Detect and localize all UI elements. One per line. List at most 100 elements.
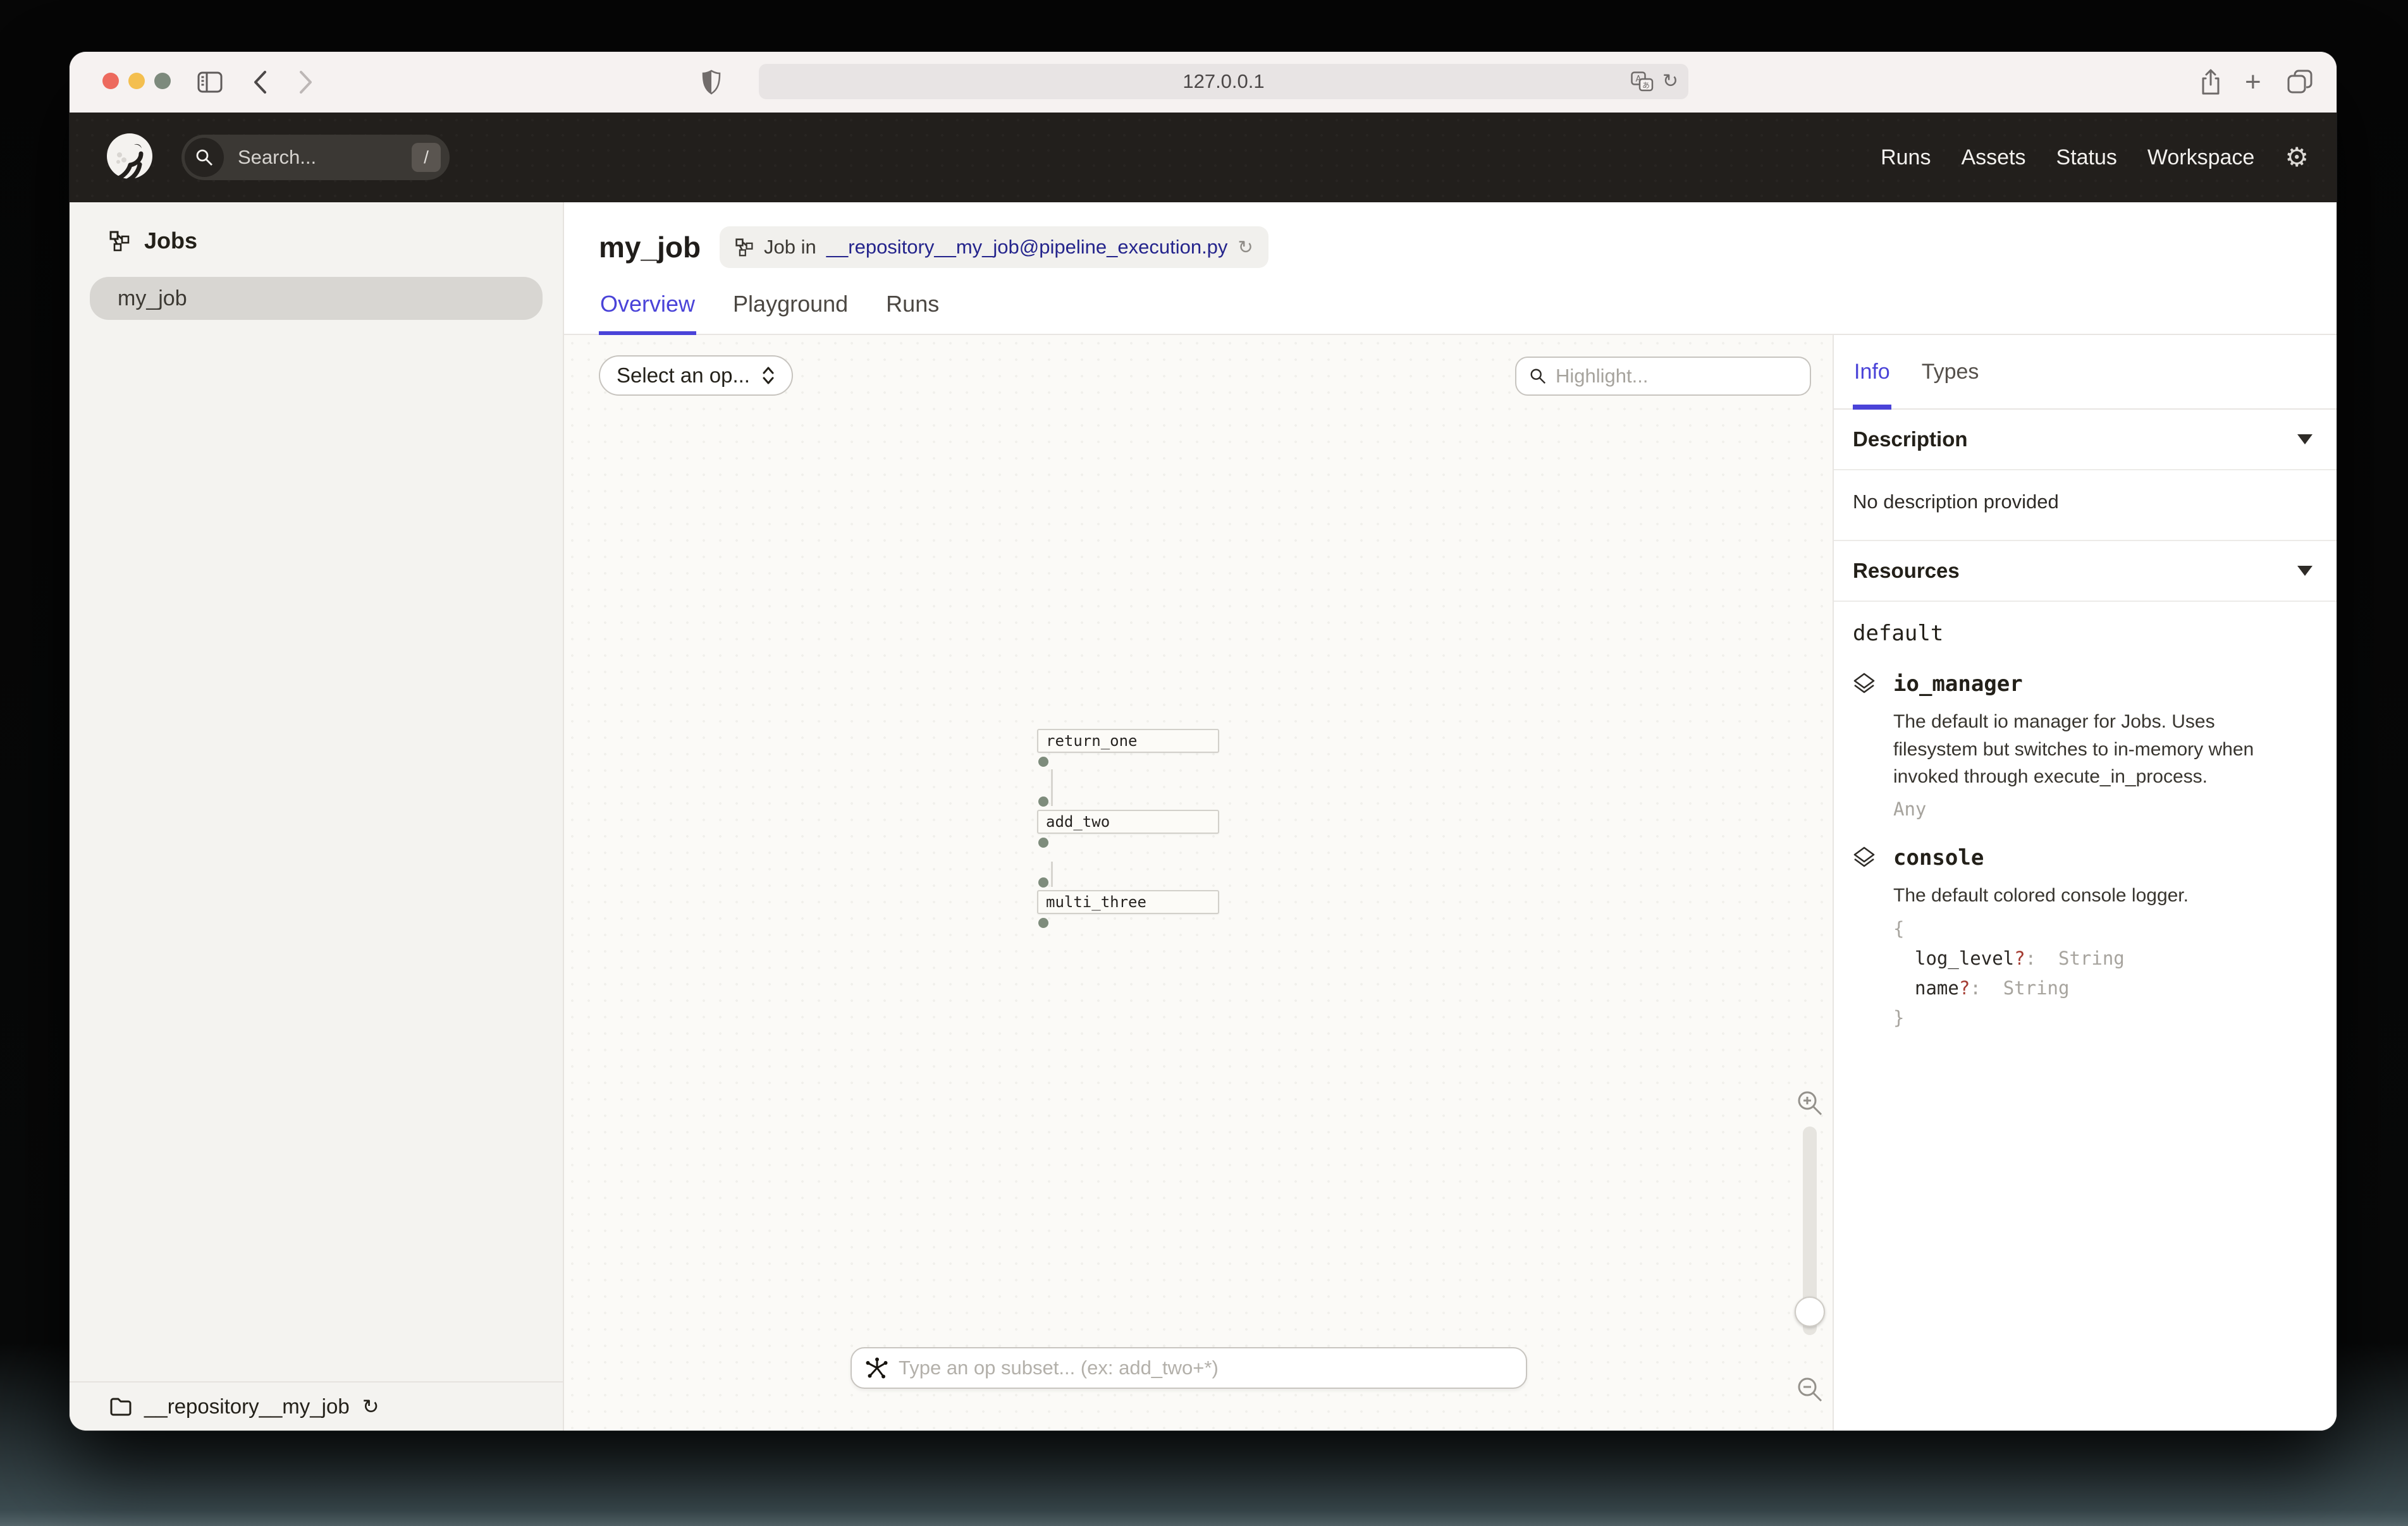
zoom-slider-thumb[interactable]: [1795, 1297, 1825, 1327]
job-tabs: Overview Playground Runs: [564, 291, 2337, 335]
reload-job-icon[interactable]: ↻: [1238, 238, 1253, 257]
privacy-shield-icon[interactable]: [702, 70, 721, 95]
resource-description: The default io manager for Jobs. Uses fi…: [1893, 708, 2298, 791]
resource-name: console: [1893, 845, 2315, 870]
op-node-return-one[interactable]: return_one: [1037, 729, 1219, 753]
tab-runs[interactable]: Runs: [885, 291, 940, 335]
section-title: Resources: [1853, 559, 1960, 583]
jobs-sidebar: Jobs my_job __repository__my_job ↻: [70, 202, 564, 1431]
nav-workspace[interactable]: Workspace: [2147, 145, 2254, 170]
info-panel: Info Types Description No description pr…: [1833, 335, 2337, 1431]
job-header: my_job Job in __repository__my_job@pipel…: [564, 202, 2337, 335]
config-type: String: [2003, 977, 2070, 999]
output-port[interactable]: [1038, 757, 1048, 767]
config-open-brace: {: [1893, 914, 2315, 944]
reload-repository-icon[interactable]: ↻: [362, 1396, 379, 1417]
search-shortcut-key: /: [412, 143, 441, 172]
chevron-down-icon: [2297, 566, 2313, 576]
highlight-input[interactable]: [1556, 365, 1808, 388]
op-node-multi-three[interactable]: multi_three: [1037, 890, 1219, 914]
dagster-logo[interactable]: [104, 132, 155, 183]
config-key: log_level: [1915, 948, 2014, 969]
toggle-sidebar-icon[interactable]: [197, 71, 223, 93]
resource-name: io_manager: [1893, 671, 2315, 697]
search-placeholder: Search...: [238, 146, 412, 169]
input-port[interactable]: [1038, 877, 1048, 888]
job-origin-badge: Job in __repository__my_job@pipeline_exe…: [720, 226, 1268, 268]
tab-playground[interactable]: Playground: [732, 291, 849, 335]
sidebar-title: Jobs: [144, 228, 197, 254]
op-node-label: multi_three: [1046, 893, 1146, 911]
job-icon: [735, 238, 754, 257]
output-port[interactable]: [1038, 918, 1048, 928]
share-icon[interactable]: [2199, 68, 2222, 96]
page-title: my_job: [599, 230, 701, 264]
config-type: String: [2058, 948, 2125, 969]
config-separator: :: [1970, 977, 2003, 999]
description-empty-text: No description provided: [1834, 470, 2337, 541]
main-content: my_job Job in __repository__my_job@pipel…: [564, 202, 2337, 1431]
output-port[interactable]: [1038, 838, 1048, 848]
settings-gear-icon[interactable]: ⚙: [2285, 144, 2309, 171]
resources-body: default io_manager The default io manage…: [1834, 602, 2337, 1058]
reload-page-icon[interactable]: ↻: [1662, 72, 1678, 91]
address-bar[interactable]: 127.0.0.1 A あ ↻: [759, 64, 1688, 99]
zoom-in-icon[interactable]: [1796, 1089, 1824, 1117]
tab-overview-icon[interactable]: [2287, 69, 2313, 95]
config-separator: :: [2025, 948, 2058, 969]
panel-tab-info[interactable]: Info: [1853, 335, 1891, 408]
op-subset-input[interactable]: [899, 1357, 1512, 1379]
global-search-button[interactable]: Search... /: [181, 135, 450, 180]
folder-icon: [110, 1397, 132, 1416]
resource-layers-icon: [1853, 845, 1893, 870]
app-body: Jobs my_job __repository__my_job ↻: [70, 202, 2337, 1431]
op-selector-graph-icon: [866, 1357, 888, 1379]
op-node-add-two[interactable]: add_two: [1037, 810, 1219, 834]
app-header: Search... / Runs Assets Status Workspace…: [70, 113, 2337, 202]
search-icon: [1529, 367, 1547, 385]
zoom-out-icon[interactable]: [1796, 1376, 1824, 1403]
sidebar-spacer: [70, 320, 563, 1381]
op-selector-dropdown[interactable]: Select an op...: [599, 355, 793, 396]
info-panel-tabs: Info Types: [1834, 335, 2337, 410]
op-selector-label: Select an op...: [617, 363, 750, 388]
new-tab-icon[interactable]: +: [2245, 66, 2261, 98]
op-subset-bar: [851, 1347, 1527, 1389]
edge-add-two-multi-three: [1051, 862, 1053, 887]
resource-type: Any: [1893, 798, 2315, 820]
zoom-window-button[interactable]: [154, 73, 171, 89]
badge-repository-link[interactable]: __repository__my_job@pipeline_execution.…: [826, 236, 1228, 259]
sidebar-item-label: my_job: [118, 286, 187, 311]
back-icon[interactable]: [252, 70, 268, 95]
sidebar-header: Jobs: [70, 202, 563, 254]
badge-prefix: Job in: [764, 236, 816, 259]
tab-overview[interactable]: Overview: [599, 291, 696, 335]
forward-icon[interactable]: [298, 70, 314, 95]
sidebar-item-my-job[interactable]: my_job: [90, 277, 543, 320]
jobs-icon: [109, 230, 130, 252]
repository-row[interactable]: __repository__my_job ↻: [70, 1381, 563, 1431]
resource-description: The default colored console logger.: [1893, 882, 2298, 910]
nav-assets[interactable]: Assets: [1961, 145, 2025, 170]
nav-runs[interactable]: Runs: [1881, 145, 1931, 170]
config-optional-marker: ?: [1959, 977, 1970, 999]
app-nav: Runs Assets Status Workspace ⚙: [1881, 144, 2337, 171]
description-section-header[interactable]: Description: [1834, 410, 2337, 470]
panel-tab-types[interactable]: Types: [1920, 335, 1981, 408]
close-window-button[interactable]: [102, 73, 119, 89]
input-port[interactable]: [1038, 797, 1048, 807]
config-field: name?: String: [1893, 974, 2315, 1003]
browser-toolbar: 127.0.0.1 A あ ↻: [70, 52, 2337, 113]
resources-section-header[interactable]: Resources: [1834, 541, 2337, 602]
config-optional-marker: ?: [2014, 948, 2025, 969]
op-graph-canvas[interactable]: Select an op...: [564, 335, 1833, 1431]
config-close-brace: }: [1893, 1003, 2315, 1033]
chevron-down-icon: [2297, 434, 2313, 444]
op-node-label: return_one: [1046, 732, 1138, 750]
config-field: log_level?: String: [1893, 944, 2315, 974]
nav-status[interactable]: Status: [2056, 145, 2117, 170]
minimize-window-button[interactable]: [128, 73, 145, 89]
url-text: 127.0.0.1: [1182, 70, 1264, 93]
translate-icon[interactable]: A あ: [1631, 71, 1654, 92]
browser-window: 127.0.0.1 A あ ↻: [70, 52, 2337, 1431]
